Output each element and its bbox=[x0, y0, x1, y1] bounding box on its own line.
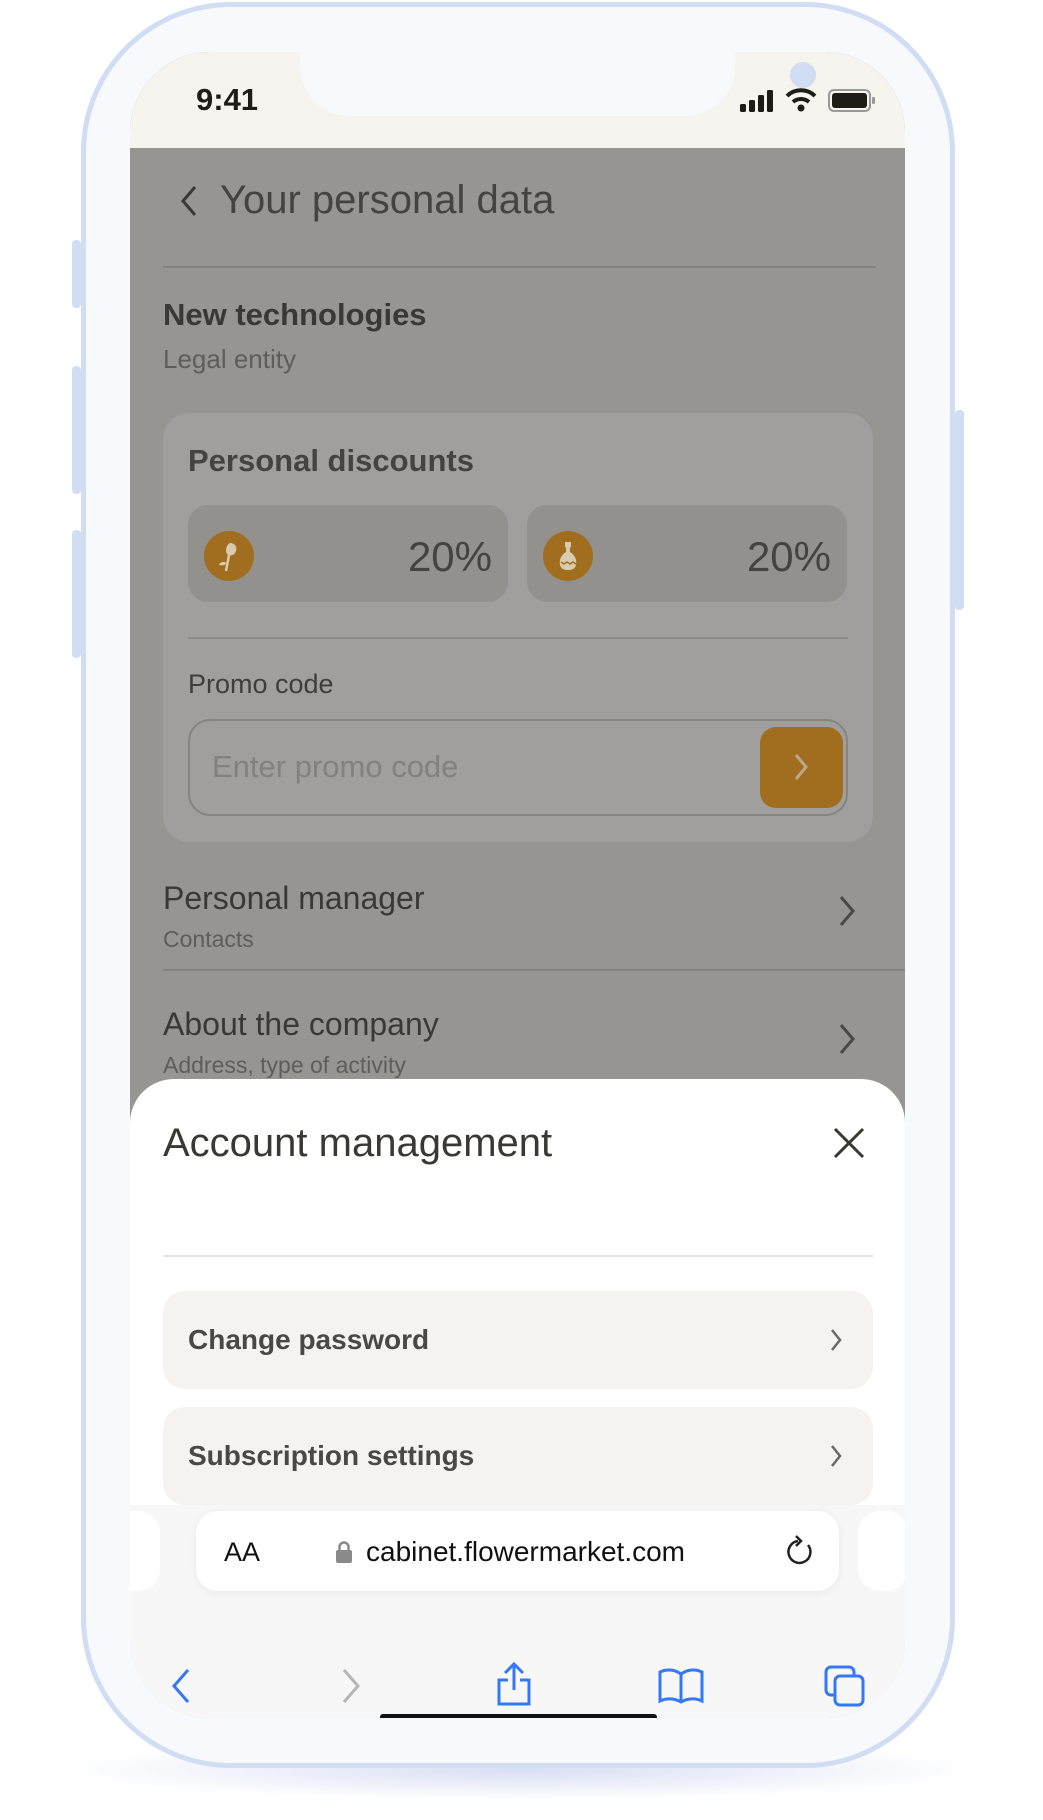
discounts-card: Personal discounts 20% 20% Promo code En… bbox=[163, 413, 873, 842]
company-type: Legal entity bbox=[163, 344, 296, 374]
previous-tab-preview[interactable] bbox=[130, 1511, 160, 1591]
row-subtitle: Address, type of activity bbox=[163, 1052, 406, 1078]
discount-item: 20% bbox=[188, 505, 508, 602]
divider bbox=[163, 969, 905, 971]
volume-up-button bbox=[72, 366, 81, 494]
row-title: About the company bbox=[163, 1006, 439, 1042]
reload-icon[interactable] bbox=[786, 1535, 816, 1567]
back-button[interactable] bbox=[178, 184, 200, 218]
chevron-right-icon bbox=[829, 1328, 843, 1352]
discount-item: 20% bbox=[527, 505, 847, 602]
divider bbox=[188, 637, 848, 639]
apply-promo-button[interactable] bbox=[760, 727, 843, 808]
row-subtitle: Contacts bbox=[163, 926, 254, 952]
promo-placeholder: Enter promo code bbox=[212, 749, 459, 784]
personal-manager-row[interactable]: Personal manager Contacts bbox=[130, 864, 905, 976]
promo-code-input[interactable]: Enter promo code bbox=[188, 719, 848, 816]
close-icon bbox=[833, 1127, 865, 1159]
about-company-row[interactable]: About the company Address, type of activ… bbox=[130, 992, 905, 1082]
browser-back-icon[interactable] bbox=[170, 1668, 192, 1704]
divider bbox=[163, 266, 876, 268]
chevron-right-icon bbox=[829, 1444, 843, 1468]
chevron-right-icon bbox=[837, 1022, 857, 1056]
chevron-right-icon bbox=[794, 754, 808, 780]
sheet-title: Account management bbox=[163, 1121, 553, 1165]
text-size-button[interactable]: AA bbox=[224, 1537, 260, 1568]
notch bbox=[300, 52, 816, 116]
address-bar[interactable]: AA cabinet.flowermarket.com bbox=[196, 1511, 839, 1591]
page-title: Your personal data bbox=[220, 178, 555, 222]
status-time: 9:41 bbox=[196, 82, 259, 117]
home-indicator[interactable] bbox=[380, 1714, 657, 1718]
lock-icon bbox=[336, 1541, 352, 1563]
promo-label: Promo code bbox=[188, 669, 334, 699]
url-text: cabinet.flowermarket.com bbox=[366, 1536, 686, 1567]
close-button[interactable] bbox=[831, 1125, 867, 1161]
option-label: Subscription settings bbox=[188, 1440, 475, 1471]
tabs-icon[interactable] bbox=[824, 1665, 866, 1707]
mute-switch bbox=[72, 240, 81, 308]
subscription-settings-button[interactable]: Subscription settings bbox=[163, 1407, 873, 1505]
divider bbox=[163, 1255, 873, 1257]
browser-forward-icon[interactable] bbox=[340, 1668, 362, 1704]
screen: 9:41 Your personal data New technologies… bbox=[130, 52, 905, 1718]
discount-value: 20% bbox=[746, 533, 831, 580]
wifi-icon bbox=[785, 88, 817, 112]
flower-icon bbox=[204, 531, 254, 581]
power-button bbox=[955, 410, 964, 610]
change-password-button[interactable]: Change password bbox=[163, 1291, 873, 1389]
battery-icon bbox=[828, 89, 876, 113]
option-label: Change password bbox=[188, 1324, 430, 1355]
bookmarks-icon[interactable] bbox=[658, 1668, 704, 1704]
volume-down-button bbox=[72, 530, 81, 658]
chevron-right-icon bbox=[837, 894, 857, 928]
discount-value: 20% bbox=[407, 533, 492, 580]
company-name: New technologies bbox=[163, 297, 427, 332]
camera bbox=[790, 62, 816, 88]
signal-icon bbox=[740, 90, 776, 112]
vase-icon bbox=[543, 531, 593, 581]
share-icon[interactable] bbox=[496, 1662, 532, 1706]
discounts-title: Personal discounts bbox=[188, 443, 474, 478]
next-tab-preview[interactable] bbox=[858, 1511, 905, 1591]
row-title: Personal manager bbox=[163, 880, 425, 916]
browser-toolbar: AA cabinet.flowermarket.com bbox=[130, 1505, 905, 1718]
